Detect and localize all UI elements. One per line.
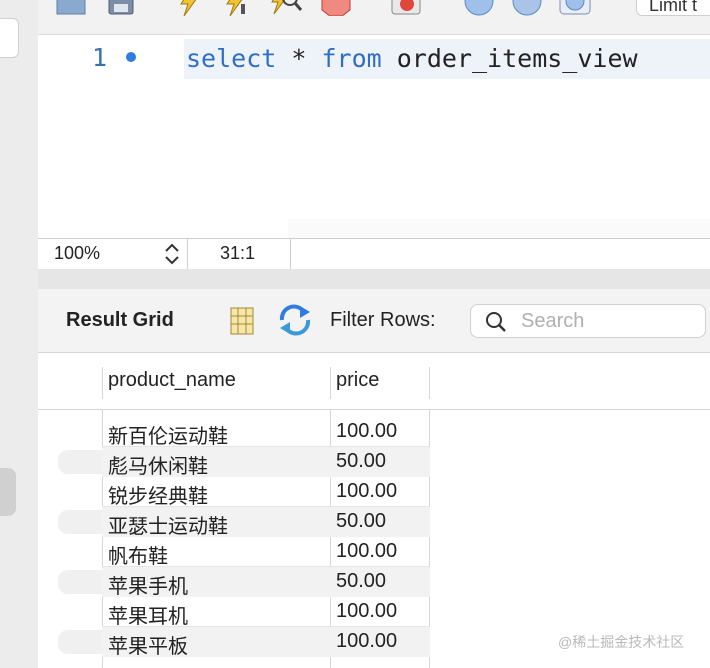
row-selector[interactable] xyxy=(58,450,102,474)
autocommit-icon[interactable] xyxy=(558,0,592,16)
stop-icon[interactable] xyxy=(320,0,352,16)
sidebar-search-field[interactable] xyxy=(0,18,19,58)
select-star: * xyxy=(276,44,322,73)
editor-toolbar: Limit t xyxy=(38,0,710,35)
result-grid: product_name price 新百伦运动鞋 100.00 彪马休闲鞋 5… xyxy=(38,353,710,668)
row-selector[interactable] xyxy=(58,510,102,534)
cell-product-name[interactable]: 帆布鞋 xyxy=(108,540,168,569)
row-selector[interactable] xyxy=(58,630,102,654)
execute-icon[interactable] xyxy=(174,0,204,16)
table-row[interactable]: 亚瑟士运动鞋 50.00 xyxy=(38,507,710,539)
zoom-stepper-icon[interactable] xyxy=(162,241,182,267)
cell-price[interactable]: 50.00 xyxy=(336,570,386,593)
cell-product-name[interactable]: 新百伦运动鞋 xyxy=(108,420,228,449)
commit-icon[interactable] xyxy=(462,0,496,16)
cell-product-name[interactable]: 苹果耳机 xyxy=(108,600,188,629)
table-row[interactable]: 帆布鞋 100.00 xyxy=(38,537,710,569)
divider xyxy=(187,239,188,269)
cursor-position: 31:1 xyxy=(220,243,256,263)
editor-status-bar: 100% 31:1 xyxy=(38,238,710,270)
cell-price[interactable]: 100.00 xyxy=(336,540,397,563)
row-selector[interactable] xyxy=(58,570,102,594)
result-grid-label: Result Grid xyxy=(66,309,174,331)
toggle-error-icon[interactable] xyxy=(390,0,424,16)
left-sidebar xyxy=(0,0,39,668)
cell-price[interactable]: 100.00 xyxy=(336,630,397,653)
column-header-product-name[interactable]: product_name xyxy=(108,369,236,392)
save-icon[interactable] xyxy=(106,0,136,16)
grid-header: product_name price xyxy=(38,353,710,410)
cell-product-name[interactable]: 苹果平板 xyxy=(108,630,188,659)
refresh-icon[interactable] xyxy=(278,304,312,341)
column-divider[interactable] xyxy=(429,367,430,399)
sidebar-resize-handle[interactable] xyxy=(0,468,16,516)
cell-price[interactable]: 50.00 xyxy=(336,510,386,533)
filter-search-box[interactable] xyxy=(470,304,706,338)
watermark: @稀土掘金技术社区 xyxy=(558,634,685,650)
search-icon xyxy=(485,311,507,338)
table-row[interactable]: 锐步经典鞋 100.00 xyxy=(38,477,710,509)
column-divider[interactable] xyxy=(330,367,331,399)
divider xyxy=(290,239,291,269)
keyword-select: select xyxy=(186,44,277,73)
grid-view-icon[interactable] xyxy=(228,306,256,341)
table-row[interactable]: 新百伦运动鞋 100.00 xyxy=(38,417,710,449)
rollback-icon[interactable] xyxy=(510,0,544,16)
limit-rows-select[interactable]: Limit t xyxy=(636,0,710,16)
cell-product-name[interactable]: 锐步经典鞋 xyxy=(108,480,208,509)
keyword-from: from xyxy=(321,44,382,73)
cell-product-name[interactable]: 亚瑟士运动鞋 xyxy=(108,510,228,539)
table-row[interactable]: 彪马休闲鞋 50.00 xyxy=(38,447,710,479)
cell-price[interactable]: 100.00 xyxy=(336,600,397,623)
table-name: order_items_view xyxy=(381,44,638,73)
zoom-level: 100% xyxy=(54,243,101,263)
table-row[interactable]: 苹果耳机 100.00 xyxy=(38,597,710,629)
table-row[interactable]: 苹果手机 50.00 xyxy=(38,567,710,599)
line-number: 1 xyxy=(92,43,108,72)
statement-marker-icon xyxy=(126,52,136,62)
column-divider[interactable] xyxy=(102,367,103,399)
cell-product-name[interactable]: 苹果手机 xyxy=(108,570,188,599)
execute-current-icon[interactable] xyxy=(220,0,250,16)
editor-scroll-area xyxy=(288,219,710,238)
explain-icon[interactable] xyxy=(268,0,302,16)
search-input[interactable] xyxy=(521,309,701,333)
cell-price[interactable]: 50.00 xyxy=(336,450,386,473)
column-header-price[interactable]: price xyxy=(336,369,379,392)
cell-price[interactable]: 100.00 xyxy=(336,480,397,503)
result-toolbar: Result Grid Filter Rows: xyxy=(38,289,710,353)
code-line[interactable]: select * from order_items_view xyxy=(184,39,710,79)
folder-icon[interactable] xyxy=(56,0,86,16)
panel-splitter[interactable] xyxy=(38,269,710,289)
sql-editor[interactable]: 1 select * from order_items_view xyxy=(38,35,710,238)
cell-price[interactable]: 100.00 xyxy=(336,420,397,443)
filter-rows-label: Filter Rows: xyxy=(330,309,436,331)
cell-product-name[interactable]: 彪马休闲鞋 xyxy=(108,450,208,479)
